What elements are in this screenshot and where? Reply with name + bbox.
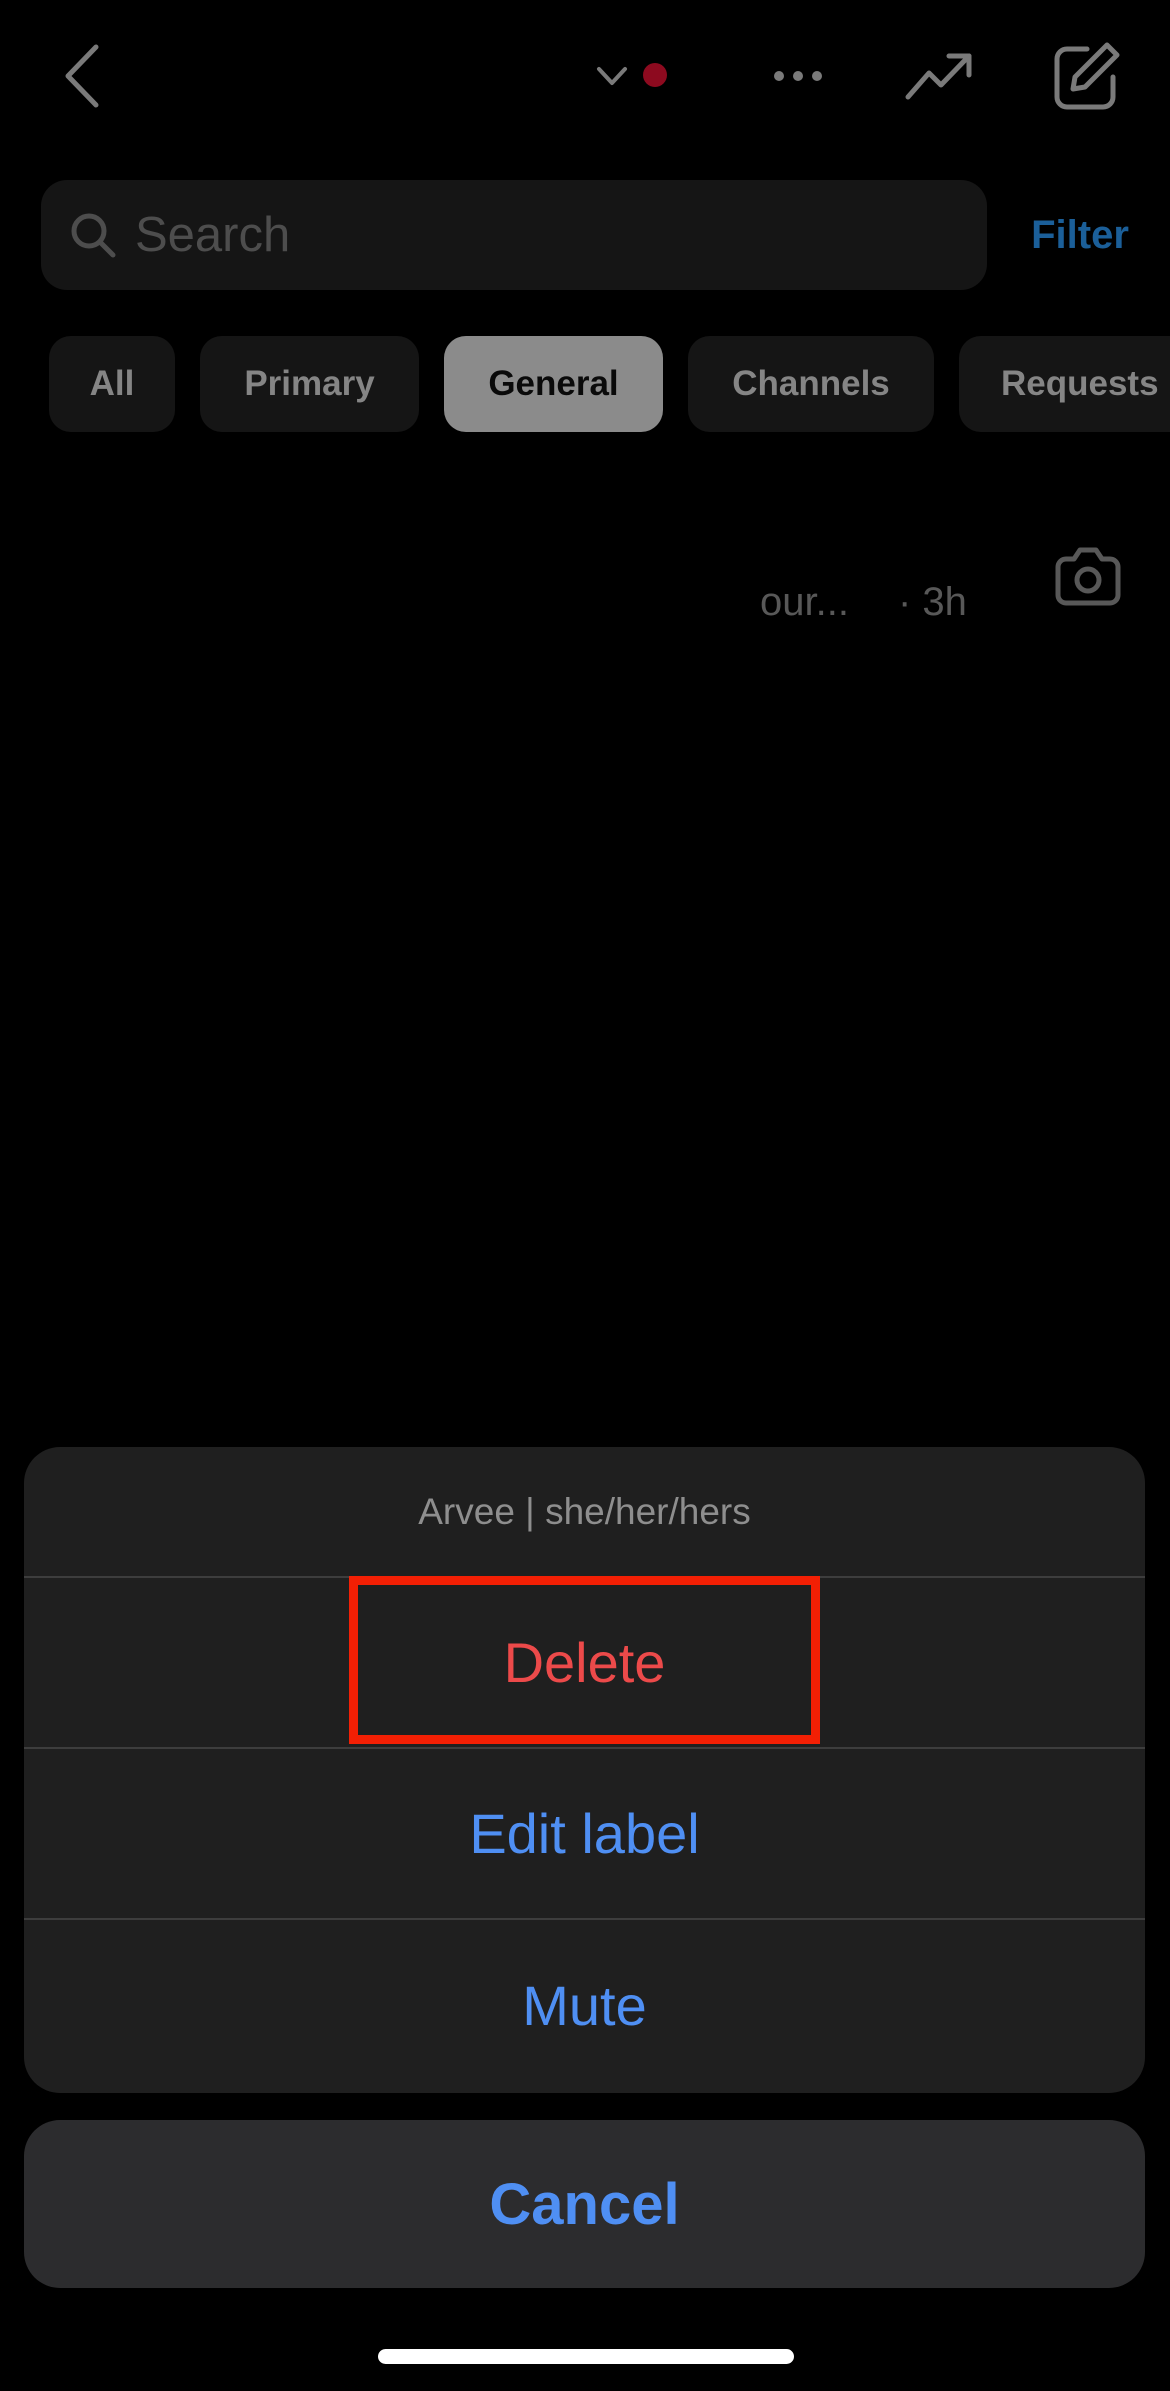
camera-icon [1055,547,1121,606]
search-placeholder: Search [135,208,291,262]
action-sheet: Arvee | she/her/hers Delete Edit label M… [24,1447,1145,2093]
search-input[interactable]: Search [41,180,987,290]
tab-channels[interactable]: Channels [688,336,934,432]
conversation-timestamp: · 3h [898,580,967,624]
trending-up-icon [905,53,972,100]
more-horizontal-icon [774,71,822,81]
conversation-preview[interactable]: our... [760,580,849,625]
account-switch-button[interactable] [592,58,632,94]
compose-button[interactable] [1048,38,1124,114]
edit-label-button[interactable]: Edit label [24,1749,1145,1920]
back-button[interactable] [52,40,112,112]
more-options-button[interactable] [768,56,828,96]
chevron-left-icon [65,44,99,108]
cancel-button[interactable]: Cancel [24,2120,1145,2288]
filter-button[interactable]: Filter [1020,205,1140,265]
chevron-down-icon [597,67,627,85]
mute-button[interactable]: Mute [24,1920,1145,2091]
tab-primary[interactable]: Primary [200,336,419,432]
tab-general[interactable]: General [444,336,663,432]
home-indicator[interactable] [378,2349,794,2364]
action-sheet-title: Arvee | she/her/hers [24,1447,1145,1578]
tab-all[interactable]: All [49,336,175,432]
highlight-box [349,1576,820,1744]
search-icon [71,213,116,258]
compose-icon [1054,42,1120,110]
camera-button[interactable] [1052,540,1124,612]
notification-dot [643,63,667,87]
tab-requests[interactable]: Requests [959,336,1170,432]
insights-button[interactable] [902,44,978,108]
